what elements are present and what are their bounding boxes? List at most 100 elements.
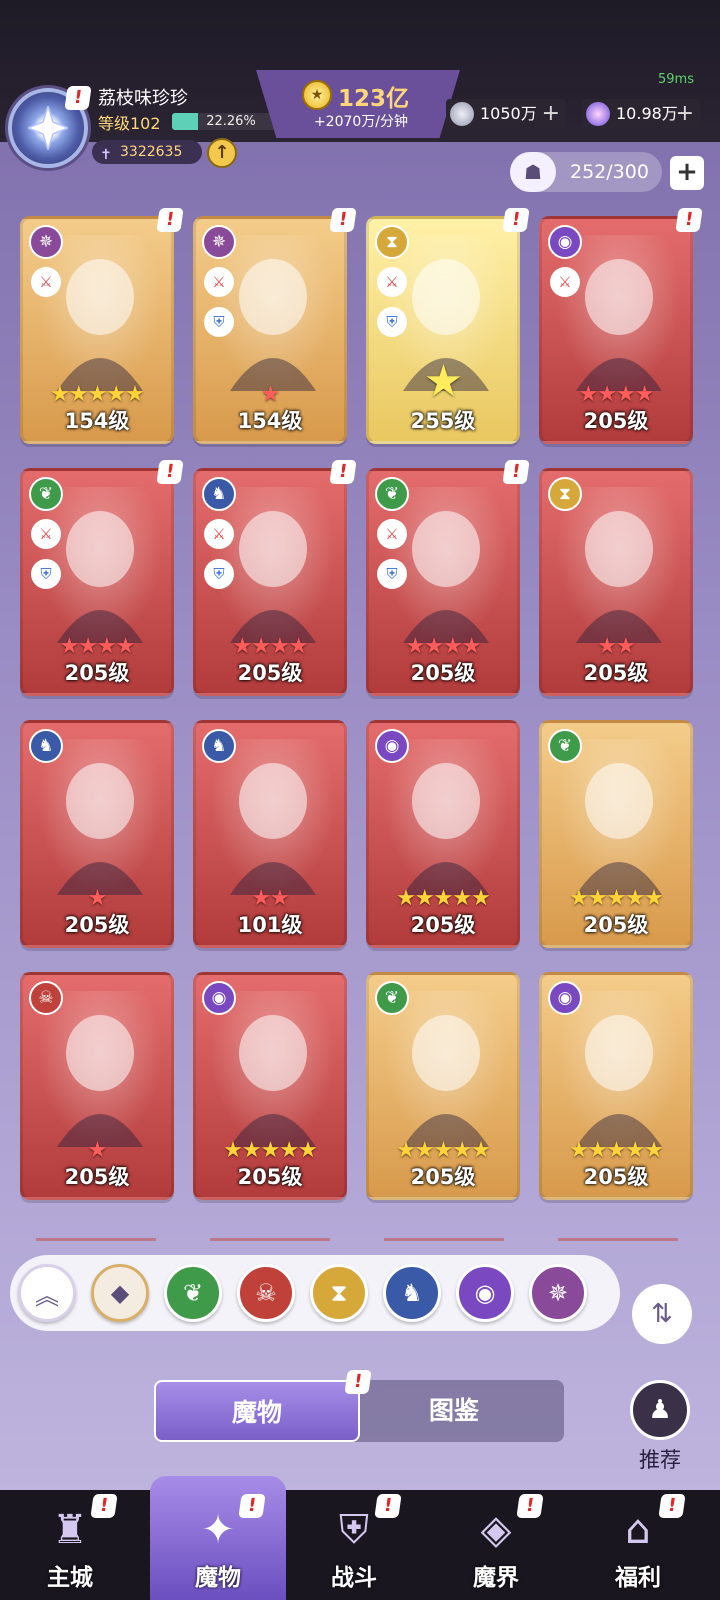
star-icon: ★ bbox=[443, 634, 463, 659]
recommend-button[interactable]: ♟ bbox=[630, 1380, 690, 1440]
nav-alert-badge: ! bbox=[238, 1494, 266, 1518]
monster-card[interactable]: ✵ ⚔ ⛨ ★ 154级! bbox=[193, 208, 357, 444]
eye-element-icon: ◉ bbox=[548, 225, 582, 259]
star-icon: ★ bbox=[396, 1138, 416, 1163]
leaf-icon: ❦ bbox=[182, 1279, 204, 1307]
star-icon: ★ bbox=[606, 1138, 627, 1163]
monster-card[interactable]: ❦ ★★★★★ 205级 bbox=[366, 972, 520, 1200]
power-up-button[interactable]: ↑ bbox=[207, 138, 237, 168]
nav-alert-badge: ! bbox=[374, 1494, 402, 1518]
leaf-element-icon: ❦ bbox=[375, 981, 409, 1015]
star-rating: ★★★★ bbox=[23, 634, 171, 659]
eye-element-icon: ◉ bbox=[202, 981, 236, 1015]
monster-card[interactable]: ⧗ ⚔ ⛨ ★ 255级! bbox=[366, 208, 530, 444]
star-rating: ★★★★★ bbox=[369, 886, 517, 911]
star-icon: ★ bbox=[452, 1138, 472, 1163]
monster-card-frame: ⧗ ⚔ ⛨ ★ 255级 bbox=[366, 216, 520, 444]
monster-card[interactable]: ◉ ⚔ ★★★★ 205级! bbox=[539, 208, 703, 444]
star-icon: ★ bbox=[569, 886, 589, 911]
monster-card[interactable]: ♞ ★★ 101级 bbox=[193, 720, 347, 948]
monster-portrait bbox=[556, 487, 682, 643]
player-avatar[interactable]: ! bbox=[8, 86, 92, 168]
filter-collapse-button[interactable]: ︽ bbox=[18, 1264, 76, 1322]
monster-level: 205级 bbox=[410, 1165, 476, 1189]
monster-level: 205级 bbox=[237, 1165, 303, 1189]
monster-card-frame: ❦ ⚔ ⛨ ★★★★ 205级 bbox=[366, 468, 520, 696]
monster-card[interactable]: ❦ ★★★★★ 205级 bbox=[539, 720, 693, 948]
add-silver-button[interactable]: + bbox=[542, 99, 560, 129]
monster-card[interactable]: ♞ ★ 205级 bbox=[20, 720, 174, 948]
monster-card[interactable]: ◉ ★★★★★ 205级 bbox=[366, 720, 520, 948]
card-alert-badge: ! bbox=[329, 208, 357, 232]
hourglass-icon: ⧗ bbox=[330, 1279, 348, 1307]
filter-leaf-button[interactable]: ❦ bbox=[164, 1264, 222, 1322]
star-rating: ★★★★ bbox=[542, 382, 690, 407]
monster-roster-screen: { "status": {"fps": "59ms"}, "player": {… bbox=[0, 0, 720, 1600]
filter-dragon-button[interactable]: ♞ bbox=[383, 1264, 441, 1322]
gem-resource[interactable]: 10.98万 + bbox=[582, 99, 700, 129]
filter-vortex-button[interactable]: ✵ bbox=[529, 1264, 587, 1322]
nav-label: 战斗 bbox=[331, 1565, 377, 1591]
monster-card[interactable]: ❦ ⚔ ⛨ ★★★★ 205级! bbox=[366, 460, 530, 696]
star-icon: ★ bbox=[270, 886, 290, 911]
filter-all-button[interactable]: ◆ bbox=[91, 1264, 149, 1322]
leaf-element-icon: ❦ bbox=[29, 477, 63, 511]
monster-card[interactable]: ⧗ ★★ 205级 bbox=[539, 468, 693, 696]
filter-hourglass-button[interactable]: ⧗ bbox=[310, 1264, 368, 1322]
monster-card[interactable]: ◉ ★★★★★ 205级 bbox=[539, 972, 693, 1200]
card-alert-badge: ! bbox=[329, 460, 357, 484]
monster-card[interactable]: ◉ ★★★★★ 205级 bbox=[193, 972, 347, 1200]
silver-resource[interactable]: 1050万 + bbox=[446, 99, 566, 129]
star-rating: ★ bbox=[196, 382, 344, 407]
nav-monster-flame[interactable]: ✦ 魔物! bbox=[148, 1490, 288, 1600]
recommend-label: 推荐 bbox=[639, 1448, 681, 1472]
monster-card[interactable]: ❦ ⚔ ⛨ ★★★★ 205级! bbox=[20, 460, 184, 696]
vortex-icon: ✵ bbox=[547, 1279, 569, 1307]
monster-card-frame: ◉ ★★★★★ 205级 bbox=[366, 720, 520, 948]
star-icon: ★ bbox=[471, 886, 491, 911]
defense-role-icon: ⛨ bbox=[31, 559, 61, 589]
tab-codex[interactable]: 图鉴 bbox=[344, 1380, 564, 1442]
star-icon: ★ bbox=[433, 1138, 454, 1163]
card-alert-badge: ! bbox=[156, 208, 184, 232]
star-icon: ★ bbox=[260, 382, 281, 407]
monster-level: 205级 bbox=[583, 913, 649, 937]
sort-button[interactable]: ⇅ bbox=[632, 1284, 692, 1344]
attack-role-icon: ⚔ bbox=[377, 519, 407, 549]
nav-castle[interactable]: ♜ 主城! bbox=[0, 1490, 140, 1600]
monster-card-frame: ❦ ⚔ ⛨ ★★★★ 205级 bbox=[20, 468, 174, 696]
card-alert-badge: ! bbox=[502, 460, 530, 484]
defense-role-icon: ⛨ bbox=[204, 307, 234, 337]
star-icon: ★ bbox=[424, 634, 444, 659]
monster-portrait bbox=[37, 235, 163, 391]
star-icon: ★ bbox=[644, 1138, 664, 1163]
monster-card[interactable]: ♞ ⚔ ⛨ ★★★★ 205级! bbox=[193, 460, 357, 696]
gold-coin-icon: ★ bbox=[302, 80, 332, 110]
star-icon: ★ bbox=[115, 634, 136, 659]
monster-card[interactable]: ☠ ★ 205级 bbox=[20, 972, 174, 1200]
star-icon: ★ bbox=[452, 886, 472, 911]
combat-power[interactable]: ✝ 3322635 bbox=[92, 140, 202, 164]
nav-demon-realm[interactable]: ◈ 魔界! bbox=[426, 1490, 566, 1600]
filter-eye-button[interactable]: ◉ bbox=[456, 1264, 514, 1322]
expand-capacity-button[interactable]: + bbox=[670, 156, 704, 190]
nav-gift-chest[interactable]: ⌂ 福利! bbox=[568, 1490, 708, 1600]
avatar-alert-badge: ! bbox=[64, 86, 92, 110]
tab-monsters[interactable]: 魔物 bbox=[154, 1380, 360, 1442]
nav-label: 魔界 bbox=[473, 1565, 519, 1591]
nav-battle-shield[interactable]: ⛨ 战斗! bbox=[284, 1490, 424, 1600]
add-gems-button[interactable]: + bbox=[676, 99, 694, 129]
star-rating: ★★★★ bbox=[369, 634, 517, 659]
monster-level: 255级 bbox=[410, 409, 476, 433]
monster-card-frame: ✵ ⚔ ⛨ ★ 154级 bbox=[193, 216, 347, 444]
monster-portrait bbox=[37, 991, 163, 1147]
star-icon: ★ bbox=[471, 1138, 491, 1163]
nav-label: 魔物 bbox=[195, 1565, 241, 1591]
star-rating: ★★★★★ bbox=[369, 1138, 517, 1163]
attack-role-icon: ⚔ bbox=[31, 267, 61, 297]
filter-demon-button[interactable]: ☠ bbox=[237, 1264, 295, 1322]
star-icon: ★ bbox=[396, 886, 416, 911]
nav-alert-badge: ! bbox=[658, 1494, 686, 1518]
hourglass-element-icon: ⧗ bbox=[548, 477, 582, 511]
monster-card[interactable]: ✵ ⚔ ★★★★★ 154级! bbox=[20, 208, 184, 444]
